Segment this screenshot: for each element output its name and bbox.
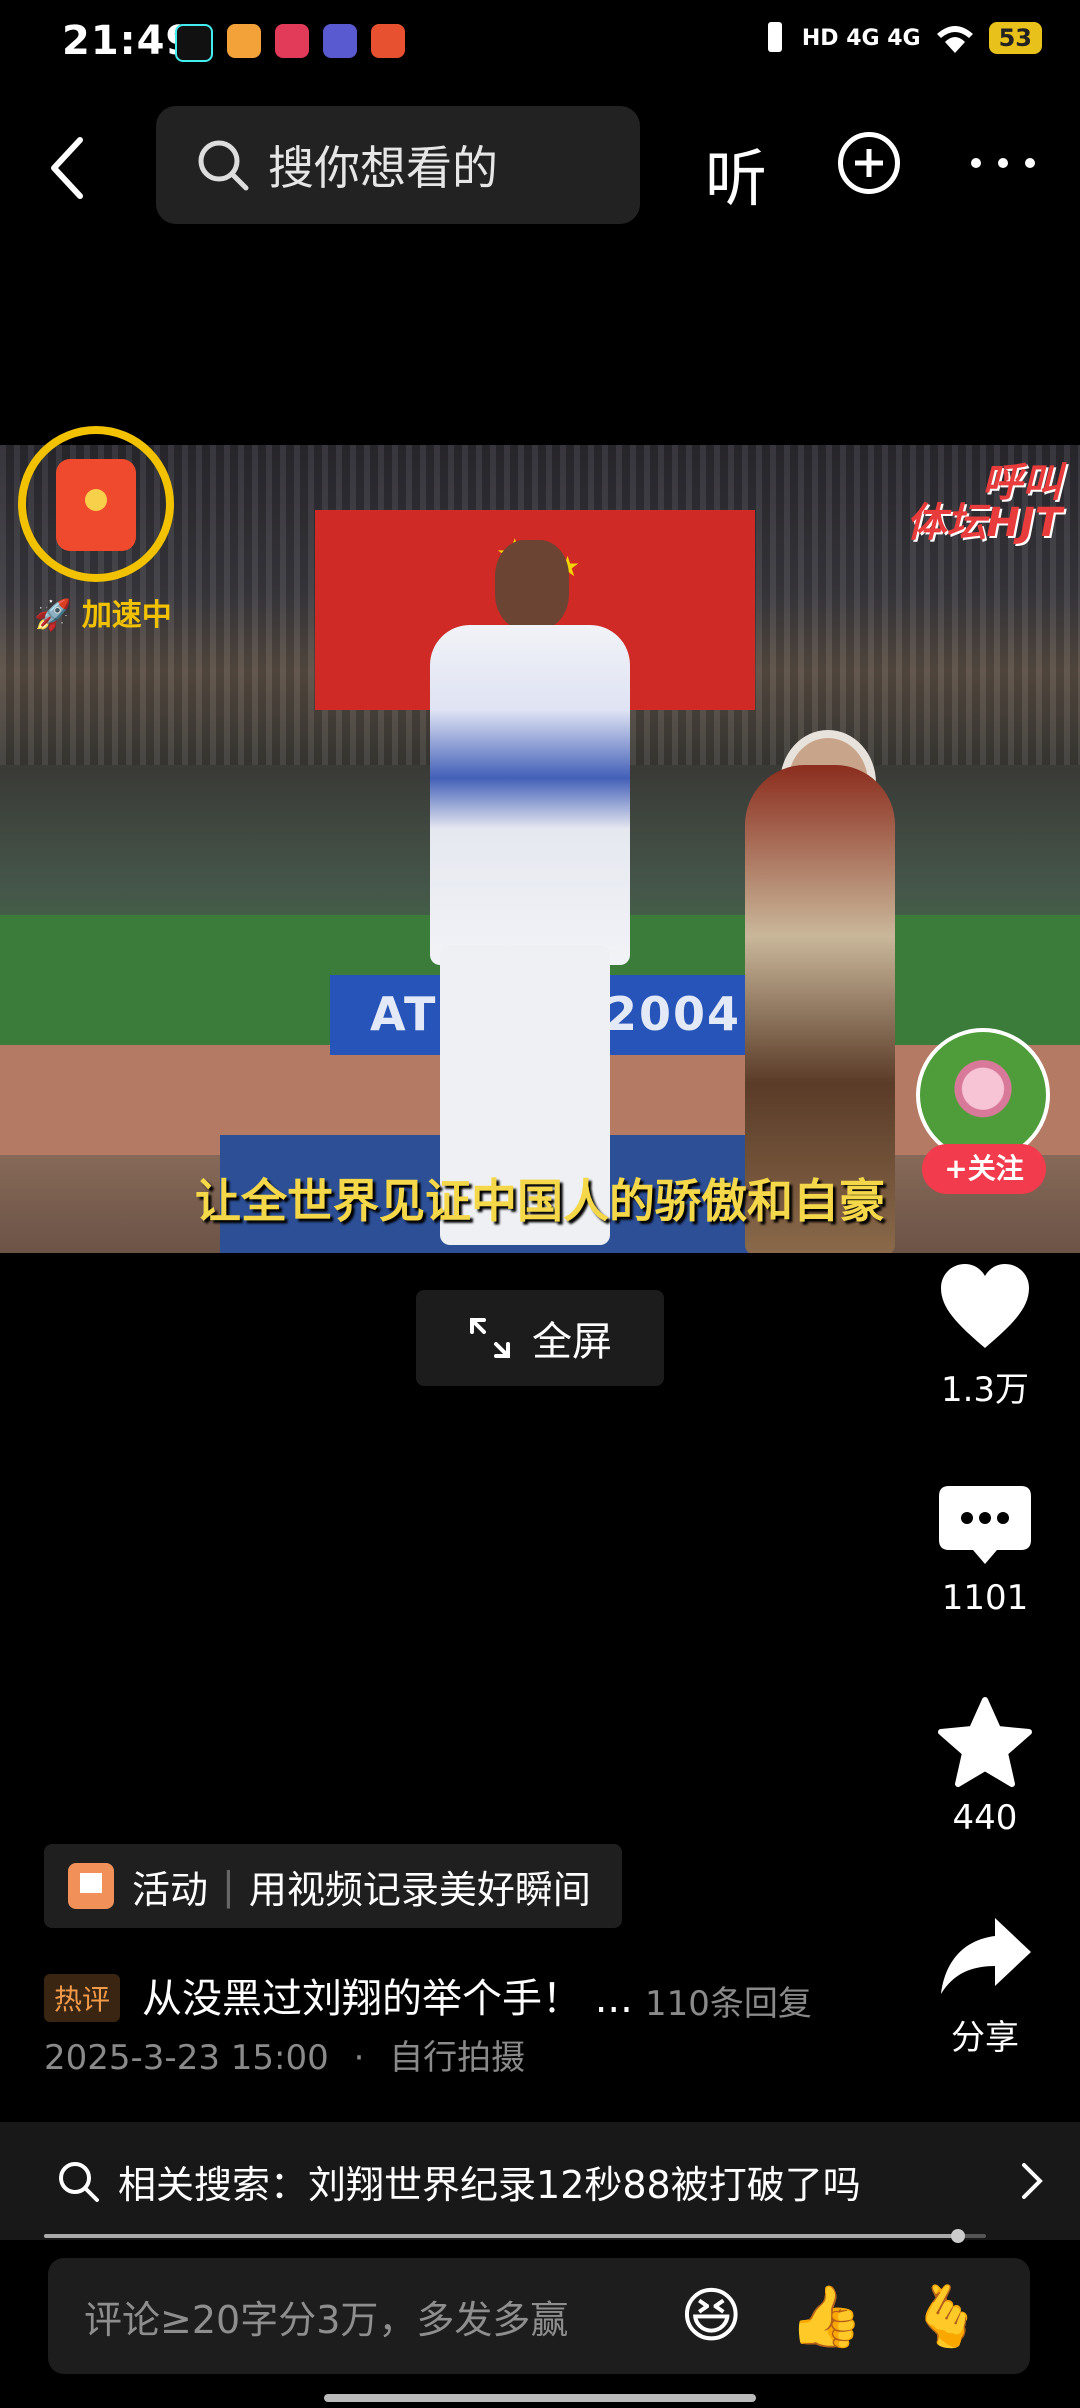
chevron-right-icon [1022,2163,1043,2199]
notification-icons [175,24,405,62]
search-icon [59,2162,99,2202]
video-player[interactable]: ATHENS 2004 ★ ★ 呼叫 体坛HJT 让全世界见证中国人的骄傲和自豪 [0,445,1080,1253]
comment-placeholder: 评论≥20字分3万，多发多赢 [84,2297,569,2342]
thumbs-up-emoji-icon[interactable]: 👍 [789,2281,864,2352]
related-prefix: 相关搜索： [118,2162,309,2207]
reply-count[interactable]: 110条回复 [645,1976,812,2025]
expand-icon [470,1318,510,1358]
hot-comment-text[interactable]: 从没黑过刘翔的举个手！ ... [142,1966,633,2024]
network-label: HD 4G 4G [801,25,921,51]
comment-icon [939,1486,1031,1564]
progress-fill [44,2234,958,2238]
finger-heart-emoji-icon[interactable]: 🫰 [909,2281,984,2352]
video-subtitle: 让全世界见证中国人的骄傲和自豪 [195,1174,885,1228]
home-indicator [324,2394,756,2402]
vibrate-icon [767,22,782,52]
red-packet-icon [56,459,136,551]
comment-input[interactable]: 评论≥20字分3万，多发多赢 😆 👍 🫰 [48,2258,1030,2374]
star-icon [938,1697,1032,1787]
athlete [430,625,630,965]
channel-watermark: 呼叫 体坛HJT [906,460,1062,546]
related-search[interactable]: 相关搜索： 刘翔世界纪录12秒88被打破了吗 [0,2122,1080,2240]
hot-comment-badge: 热评 [44,1974,121,2022]
separator: | [222,1864,235,1908]
post-source: 自行拍摄 [389,2038,526,2078]
activity-label: 活动 [132,1867,209,1912]
author-avatar[interactable] [916,1028,1050,1162]
like-count: 1.3万 [940,1370,1030,1410]
fullscreen-label: 全屏 [532,1319,612,1365]
related-query: 刘翔世界纪录12秒88被打破了吗 [308,2162,861,2207]
tiktok-app-icon [175,24,213,62]
status-right: HD 4G 4G 53 [762,20,1042,56]
laugh-emoji-icon[interactable]: 😆 [680,2281,743,2351]
favorite-button[interactable]: 440 [920,1696,1050,1838]
like-button[interactable]: 1.3万 [920,1262,1050,1411]
comment-count: 1101 [941,1578,1029,1618]
dot-separator: · [353,2038,365,2078]
fullscreen-button[interactable]: 全屏 [416,1290,664,1386]
more-button[interactable] [968,148,1038,178]
comment-button[interactable]: 1101 [920,1484,1050,1618]
search-placeholder: 搜你想看的 [268,141,498,195]
rocket-icon: 🚀 [34,598,72,633]
red-packet-button[interactable] [18,426,174,582]
post-date: 2025-3-23 15:00 [44,2038,329,2078]
follow-button[interactable]: +关注 [922,1144,1046,1194]
plus-icon [855,149,883,177]
progress-handle[interactable] [950,2229,965,2243]
playback-progress[interactable] [44,2229,986,2243]
news-app-icon [275,24,309,58]
add-button[interactable] [838,132,900,194]
wifi-icon [936,26,973,53]
share-icon [941,1918,1031,1994]
media-app-icon [323,24,357,58]
listen-button[interactable]: 听 [705,128,767,218]
activity-tag[interactable]: 活动 | 用视频记录美好瞬间 [44,1844,622,1928]
heart-icon [941,1264,1029,1348]
shop-app-icon [371,24,405,58]
weibo-app-icon [227,24,261,58]
post-meta: 2025-3-23 15:00 · 自行拍摄 [44,2030,525,2079]
red-packet-label: 🚀 加速中 [34,598,172,633]
share-button[interactable]: 分享 [920,1914,1050,2059]
activity-text: 用视频记录美好瞬间 [248,1867,591,1912]
back-button[interactable] [40,128,100,208]
share-label: 分享 [951,2018,1019,2058]
favorite-count: 440 [952,1798,1018,1838]
athlete-head [495,540,569,630]
search-input[interactable]: 搜你想看的 [156,106,640,224]
battery-icon: 53 [988,22,1042,54]
flag-icon [68,1863,114,1909]
search-icon [198,140,249,191]
